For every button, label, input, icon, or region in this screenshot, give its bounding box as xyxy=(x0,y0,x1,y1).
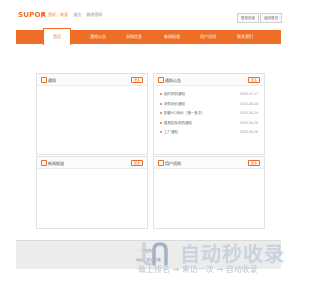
announcement-list: 临时采购通知 2020-07-17 采购询价通知 2020-06-28 配套VC… xyxy=(160,90,258,138)
welcome-text: 您好，欢迎 xyxy=(48,12,69,17)
item-title[interactable]: 模具招标采购通知 xyxy=(164,121,192,125)
top-bar: SUPOR 您好，欢迎 退出 修改密码 登录页面 返回首页 xyxy=(0,0,300,29)
watermark-title: 自动秒收录 xyxy=(180,242,285,266)
item-title[interactable]: 采购询价通知 xyxy=(164,102,185,106)
more-link[interactable]: 更多 xyxy=(130,160,143,166)
more-link[interactable]: 更多 xyxy=(247,77,260,83)
panel-header: 用户须知 更多 xyxy=(154,157,264,169)
tab-user-guide[interactable]: 用户须知 xyxy=(196,30,220,44)
item-date: 2020-06-28 xyxy=(240,101,258,106)
list-item[interactable]: 临时采购通知 2020-07-17 xyxy=(160,90,258,100)
tab-contact[interactable]: 联系我们 xyxy=(230,30,260,44)
panel-header: 通知 更多 xyxy=(37,74,147,86)
bullet-icon xyxy=(160,93,162,96)
panel-title: 新闻报道 xyxy=(48,160,64,166)
panel-header: 通知公告 更多 xyxy=(154,74,264,86)
document-icon xyxy=(158,160,164,166)
item-date: 2020-06-28 xyxy=(240,130,258,134)
bullet-icon xyxy=(160,121,162,124)
back-home-button[interactable]: 返回首页 xyxy=(260,13,282,23)
item-title[interactable]: 配套VCI询价（第一批次） xyxy=(164,111,205,115)
tab-home[interactable]: 首页 xyxy=(43,28,71,45)
news-panel: 新闻报道 更多 xyxy=(36,156,148,229)
panel-title: 通知公告 xyxy=(165,77,181,83)
panel-title: 通知 xyxy=(48,77,56,83)
list-item[interactable]: 模具招标采购通知 2020-06-29 xyxy=(160,119,258,129)
document-icon xyxy=(158,77,164,83)
list-item[interactable]: 工厂通知 2020-06-28 xyxy=(160,128,258,138)
item-date: 2020-06-29 xyxy=(240,111,258,115)
list-item[interactable]: 采购询价通知 2020-06-28 xyxy=(160,100,258,110)
bullet-icon xyxy=(160,131,162,134)
more-link[interactable]: 更多 xyxy=(247,160,260,166)
user-guide-panel: 用户须知 更多 xyxy=(153,156,265,229)
item-date: 2020-07-17 xyxy=(240,92,258,96)
change-password-link[interactable]: 修改密码 xyxy=(86,12,102,17)
bullet-icon xyxy=(160,102,162,105)
item-title[interactable]: 工厂通知 xyxy=(164,130,178,134)
item-title[interactable]: 临时采购通知 xyxy=(164,92,185,96)
notice-panel: 通知 更多 xyxy=(36,73,148,155)
panel-title: 用户须知 xyxy=(165,160,181,166)
list-item[interactable]: 配套VCI询价（第一批次） 2020-06-29 xyxy=(160,109,258,119)
more-link[interactable]: 更多 xyxy=(130,77,143,83)
logout-link[interactable]: 退出 xyxy=(73,12,81,17)
user-icon xyxy=(42,13,45,17)
tab-announcements[interactable]: 通知公告 xyxy=(86,30,110,44)
watermark-subtitle: 做上排名 → 来访一次 → 自动收录 xyxy=(138,265,258,274)
announcements-panel: 通知公告 更多 临时采购通知 2020-07-17 采购询价通知 2020-06… xyxy=(153,73,265,155)
login-page-button[interactable]: 登录页面 xyxy=(237,13,259,23)
welcome-area: 您好，欢迎 退出 修改密码 xyxy=(38,12,102,18)
document-icon xyxy=(41,160,47,166)
main-nav: 首页 通知公告 采购信息 新闻报道 用户须知 联系我们 xyxy=(16,28,281,45)
item-date: 2020-06-29 xyxy=(240,120,258,125)
watermark: 自动秒收录 做上排名 → 来访一次 → 自动收录 xyxy=(138,236,288,278)
document-icon xyxy=(41,77,47,83)
tab-news[interactable]: 新闻报道 xyxy=(160,30,184,44)
panel-header: 新闻报道 更多 xyxy=(37,157,147,169)
tab-procurement[interactable]: 采购信息 xyxy=(122,30,146,44)
bullet-icon xyxy=(160,112,162,115)
